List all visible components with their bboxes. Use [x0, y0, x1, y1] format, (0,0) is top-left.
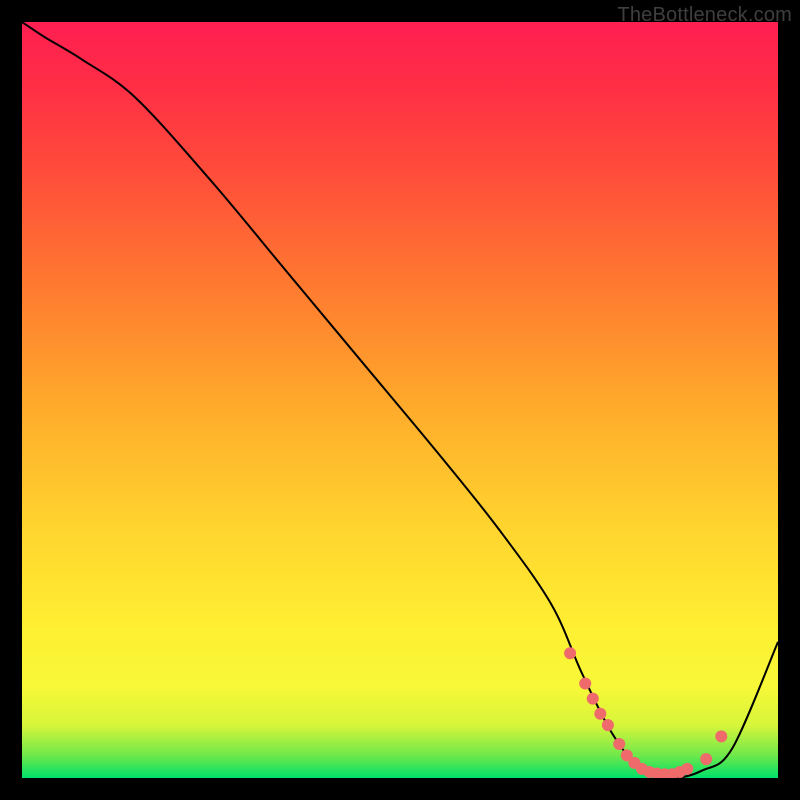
optimal-marker: [602, 719, 614, 731]
gradient-background: [22, 22, 778, 778]
optimal-marker: [715, 730, 727, 742]
chart-plot-area: [22, 22, 778, 778]
chart-frame: TheBottleneck.com: [0, 0, 800, 800]
optimal-marker: [613, 738, 625, 750]
optimal-marker: [594, 708, 606, 720]
chart-svg: [22, 22, 778, 778]
optimal-marker: [700, 753, 712, 765]
optimal-marker: [681, 763, 693, 775]
optimal-marker: [587, 693, 599, 705]
optimal-marker: [579, 678, 591, 690]
optimal-marker: [564, 647, 576, 659]
